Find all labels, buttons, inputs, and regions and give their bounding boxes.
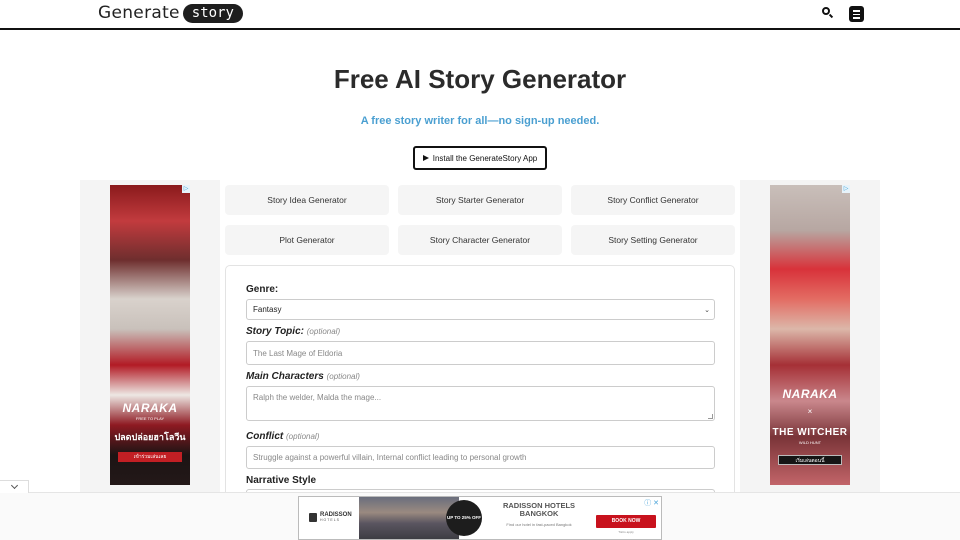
main-characters-label: Main Characters (optional) — [246, 371, 360, 382]
ad-collab-x: × — [807, 407, 813, 416]
bottom-ad-bar: RADISSON HOTELS UP TO 25% OFF RADISSON H… — [0, 492, 960, 540]
ad-brand: NARAKA — [782, 387, 838, 401]
chevron-down-icon: ⌄ — [704, 306, 710, 314]
genre-label: Genre: — [246, 284, 279, 295]
resize-handle-icon[interactable] — [708, 414, 713, 419]
ad-tagline: FREE TO PLAY — [135, 416, 165, 421]
logo[interactable]: Generate story — [98, 3, 243, 23]
genre-value: Fantasy — [253, 305, 282, 314]
radisson-logo-icon — [309, 512, 317, 522]
ad-terms: T&Cs apply — [618, 530, 634, 534]
chevron-down-icon — [10, 481, 18, 490]
narrative-style-label: Narrative Style — [246, 475, 317, 486]
story-starter-generator-button[interactable]: Story Starter Generator — [398, 185, 562, 215]
radisson-logo: RADISSON HOTELS — [309, 512, 352, 522]
story-idea-generator-button[interactable]: Story Idea Generator — [225, 185, 389, 215]
install-app-label: Install the GenerateStory App — [432, 153, 538, 163]
main-characters-textarea[interactable]: Ralph the welder, Malda the mage... — [246, 386, 715, 421]
story-topic-placeholder: The Last Mage of Eldoria — [253, 348, 343, 358]
left-ad-banner[interactable]: ▷ NARAKA FREE TO PLAY ปลดปล่อยฮาโลวีน เข… — [110, 185, 190, 485]
page-title: Free AI Story Generator — [333, 64, 627, 94]
ad-collab-title: THE WITCHER — [772, 427, 848, 438]
ad-headline: RADISSON HOTELS BANGKOK — [502, 501, 576, 518]
page: Generate story Free AI Story Generator A… — [0, 0, 960, 540]
story-topic-input[interactable]: The Last Mage of Eldoria — [246, 341, 715, 365]
collapse-ad-button[interactable] — [0, 480, 29, 493]
conflict-label: Conflict (optional) — [246, 431, 320, 442]
plot-generator-button[interactable]: Plot Generator — [225, 225, 389, 255]
ad-choices-icon[interactable]: ▷ — [182, 185, 190, 193]
left-ad-column: ▷ NARAKA FREE TO PLAY ปลดปล่อยฮาโลวีน เข… — [80, 180, 220, 492]
genre-select[interactable]: Fantasy ⌄ — [246, 299, 715, 320]
bottom-ad-banner[interactable]: RADISSON HOTELS UP TO 25% OFF RADISSON H… — [298, 496, 662, 540]
story-conflict-generator-button[interactable]: Story Conflict Generator — [571, 185, 735, 215]
conflict-input[interactable]: Struggle against a powerful villain, Int… — [246, 446, 715, 469]
play-store-icon — [422, 155, 429, 161]
search-icon[interactable] — [822, 7, 834, 19]
book-now-button[interactable]: BOOK NOW — [596, 515, 656, 528]
ad-collab-subtitle: WILD HUNT — [798, 440, 822, 445]
page-subtitle: A free story writer for all—no sign-up n… — [360, 115, 600, 127]
ad-discount-badge: UP TO 25% OFF — [446, 500, 482, 536]
logo-text: Generate — [98, 3, 180, 23]
right-ad-banner[interactable]: ▷ NARAKA × THE WITCHER WILD HUNT เริ่มเล… — [770, 185, 850, 485]
right-ad-column: ▷ NARAKA × THE WITCHER WILD HUNT เริ่มเล… — [740, 180, 880, 492]
site-header: Generate story — [0, 0, 960, 30]
ad-cta-button[interactable]: เริ่มเล่นตอนนี้ — [778, 455, 842, 465]
story-character-generator-button[interactable]: Story Character Generator — [398, 225, 562, 255]
story-setting-generator-button[interactable]: Story Setting Generator — [571, 225, 735, 255]
install-app-button[interactable]: Install the GenerateStory App — [413, 146, 547, 170]
ad-brand: NARAKA — [122, 401, 178, 415]
story-topic-label: Story Topic: (optional) — [246, 326, 341, 337]
ad-cta-button[interactable]: เข้าร่วมเล่นเลย — [118, 452, 182, 462]
ad-close-icon[interactable]: ⓘ ✕ — [644, 498, 659, 508]
conflict-placeholder: Struggle against a powerful villain, Int… — [253, 453, 527, 462]
logo-pill: story — [182, 3, 243, 23]
main-characters-placeholder: Ralph the welder, Malda the mage... — [253, 393, 382, 402]
menu-icon[interactable] — [849, 6, 864, 22]
ad-tagline: Find our hotel in fast-paced Bangkok — [506, 522, 572, 527]
ad-choices-icon[interactable]: ▷ — [842, 185, 850, 193]
ad-headline: ปลดปล่อยฮาโลวีน — [114, 432, 186, 442]
ad-city-photo — [359, 497, 459, 539]
